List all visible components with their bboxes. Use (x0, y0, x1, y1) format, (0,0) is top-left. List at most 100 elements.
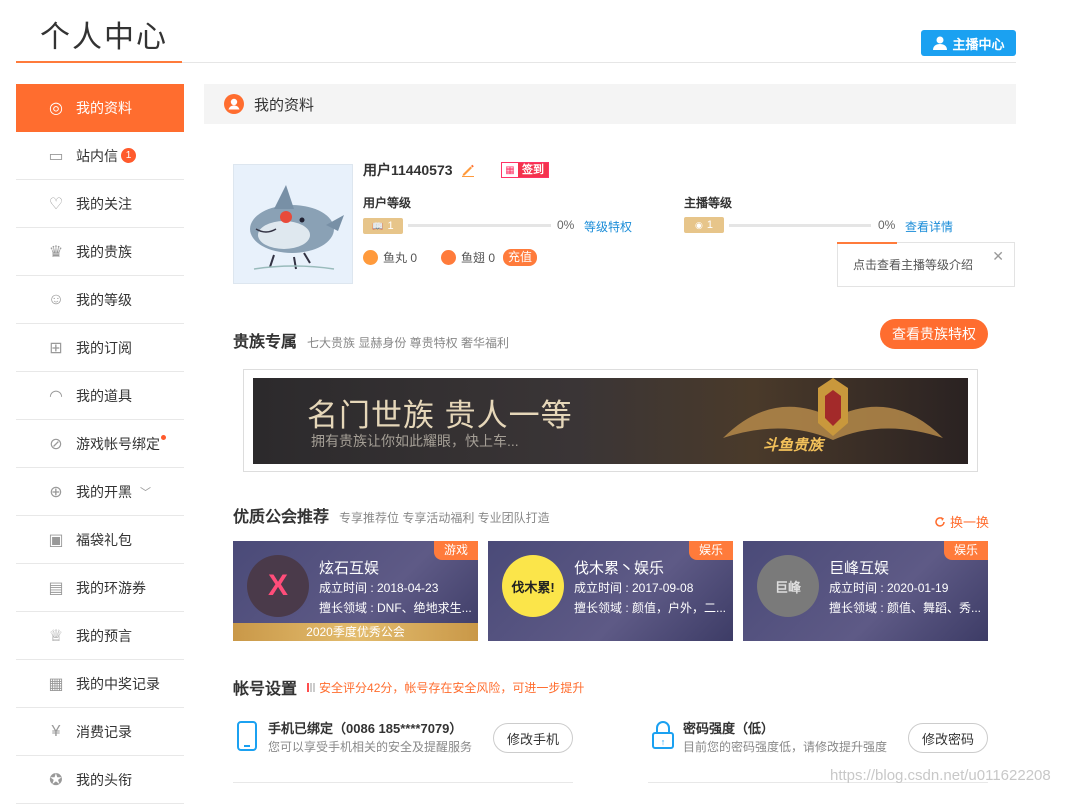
guild-tag: 娱乐 (944, 541, 988, 560)
sidebar-item[interactable]: ♡ 我的关注 (16, 180, 184, 228)
lock-icon: ↑ (652, 721, 674, 749)
sidebar: ◎ 我的资料 ▭ 站内信 1 ♡ 我的关注 ♛ 我的贵族 ☺ 我的等级 ⊞ 我的订阅 ◠ 我的道具 ⊘ 游戏帐号… (16, 84, 184, 804)
profile-section-title: 我的资料 (254, 96, 315, 114)
change-password-button[interactable]: 修改密码 (908, 723, 988, 753)
level-privilege-link[interactable]: 等级特权 (584, 218, 632, 235)
guild-founded: 成立时间 : 2018-04-23 (319, 581, 439, 595)
noble-wings-emblem (723, 378, 943, 440)
divider (233, 782, 573, 783)
anchor-center-button[interactable]: 主播中心 (921, 30, 1016, 56)
user-level-title: 用户等级 (363, 196, 412, 210)
user-level-value: 1 (387, 220, 394, 232)
guilds-subtitle: 专享推荐位 专享活动福利 专业团队打造 (339, 511, 550, 525)
sidebar-item[interactable]: ◎ 我的资料 (16, 84, 184, 132)
sidebar-item[interactable]: ⊕ 我的开黑 ﹀ (16, 468, 184, 516)
recharge-button[interactable]: 充值 (503, 249, 538, 266)
svg-text:↑: ↑ (661, 737, 666, 747)
shark-avatar-image (250, 185, 344, 270)
heart-icon: ♡ (48, 195, 64, 213)
sidebar-item[interactable]: ⊘ 游戏帐号绑定 (16, 420, 184, 468)
crown-icon: ♛ (48, 243, 64, 261)
sidebar-item[interactable]: ▤ 我的环游券 (16, 564, 184, 612)
guild-tag: 游戏 (434, 541, 478, 560)
user-level-progress (408, 224, 551, 227)
view-details-link[interactable]: 查看详情 (905, 218, 953, 235)
guild-founded: 成立时间 : 2017-09-08 (574, 581, 694, 595)
banner-subtitle: 拥有贵族让你如此耀眼，快上车... (311, 433, 519, 449)
banner-logo-text: 斗鱼贵族 (763, 437, 824, 454)
guilds-title: 优质公会推荐 (233, 509, 330, 526)
yuchi-text: 鱼翅 0 (461, 251, 496, 265)
password-strength-desc: 目前您的密码强度低，请修改提升强度 (683, 740, 888, 754)
noble-banner[interactable]: 名门世族 贵人一等 拥有贵族让你如此耀眼，快上车... 斗鱼贵族 (253, 378, 968, 464)
sidebar-item-label: 游戏帐号绑定 (76, 435, 160, 452)
sidebar-item[interactable]: ♕ 我的预言 (16, 612, 184, 660)
security-score-icon (307, 682, 316, 692)
sidebar-item[interactable]: ♛ 我的贵族 (16, 228, 184, 276)
anchor-level-tooltip: 点击查看主播等级介绍 ✕ (837, 242, 1015, 287)
sidebar-item-label: 站内信 (76, 147, 118, 164)
account-heading: 帐号设置 安全评分42分，帐号存在安全风险，可进一步提升 (233, 675, 584, 699)
signin-button[interactable]: ▦ 签到 (501, 162, 549, 178)
signin-label: 签到 (518, 163, 548, 177)
sidebar-item[interactable]: ✪ 我的头衔 (16, 756, 184, 804)
guild-logo: 伐木累! (502, 555, 564, 617)
edit-pencil-icon[interactable] (461, 163, 475, 177)
banner-title: 名门世族 贵人一等 (307, 398, 573, 433)
link-icon: ⊘ (49, 435, 63, 453)
user-circle-icon (224, 94, 244, 114)
guild-logo: 巨峰 (757, 555, 819, 617)
noble-title: 贵族专属 (233, 334, 298, 351)
refresh-icon (935, 516, 945, 527)
guild-logo: X (247, 555, 309, 617)
sidebar-item[interactable]: ▭ 站内信 1 (16, 132, 184, 180)
noble-heading: 贵族专属 七大贵族 显赫身份 尊贵特权 奢华福利 (233, 328, 509, 352)
yuwan-text: 鱼丸 0 (383, 251, 418, 265)
change-phone-button[interactable]: 修改手机 (493, 723, 573, 753)
sidebar-item[interactable]: ⊞ 我的订阅 (16, 324, 184, 372)
yuan-icon: ¥ (51, 722, 61, 740)
yuchi-balance: 鱼翅 0 (441, 249, 495, 266)
refresh-button[interactable]: 换一换 (934, 512, 989, 531)
phone-icon (237, 721, 257, 751)
sidebar-item[interactable]: ◠ 我的道具 (16, 372, 184, 420)
guild-founded: 成立时间 : 2020-01-19 (829, 581, 949, 595)
calendar-icon: ▦ (505, 164, 515, 176)
level-book-icon: 📖 (372, 220, 384, 231)
trophy-icon: ♕ (48, 627, 64, 645)
sidebar-item[interactable]: ▣ 福袋礼包 (16, 516, 184, 564)
guild-card[interactable]: 娱乐 伐木累! 伐木累丶娱乐 成立时间 : 2017-09-08 擅长领域 : … (488, 541, 733, 641)
sidebar-item[interactable]: ¥ 消费记录 (16, 708, 184, 756)
sidebar-item[interactable]: ▦ 我的中奖记录 (16, 660, 184, 708)
gamepad-icon: ⊕ (49, 483, 63, 501)
guild-card[interactable]: 游戏 X 炫石互娱 成立时间 : 2018-04-23 擅长领域 : DNF、绝… (233, 541, 478, 641)
guild-card[interactable]: 娱乐 巨峰 巨峰互娱 成立时间 : 2020-01-19 擅长领域 : 颜值、舞… (743, 541, 988, 641)
chevron-down-icon: ﹀ (140, 486, 151, 499)
avatar[interactable] (233, 164, 353, 284)
sidebar-item-label: 我的预言 (76, 627, 132, 644)
yuchi-icon (441, 250, 456, 265)
anchor-level-percent: 0% (878, 218, 896, 232)
close-icon[interactable]: ✕ (992, 248, 1004, 265)
gift-bag-icon: ▣ (48, 531, 64, 549)
unread-badge: 1 (121, 148, 136, 163)
user-icon (933, 36, 948, 50)
sidebar-item-label: 福袋礼包 (76, 531, 132, 548)
guild-field: 擅长领域 : DNF、绝地求生... (319, 601, 472, 615)
ticket-icon: ▤ (48, 579, 64, 597)
phone-bound-desc: 您可以享受手机相关的安全及提醒服务 (268, 740, 473, 754)
anchor-level-icon: ◉ (695, 219, 703, 230)
user-level-percent: 0% (557, 218, 575, 232)
guild-name: 巨峰互娱 (829, 560, 890, 577)
bag-icon: ◠ (49, 387, 63, 405)
sidebar-item[interactable]: ☺ 我的等级 (16, 276, 184, 324)
sidebar-item-label: 我的开黑 (76, 483, 132, 500)
sidebar-item-label: 我的贵族 (76, 243, 132, 260)
yuwan-balance: 鱼丸 0 (363, 249, 417, 266)
view-noble-privilege-button[interactable]: 查看贵族特权 (880, 319, 988, 349)
tooltip-text: 点击查看主播等级介绍 (853, 258, 974, 272)
sidebar-item-label: 我的订阅 (76, 339, 132, 356)
account-title: 帐号设置 (233, 681, 298, 698)
anchor-level-progress (729, 224, 871, 227)
sidebar-item-label: 我的等级 (76, 291, 132, 308)
